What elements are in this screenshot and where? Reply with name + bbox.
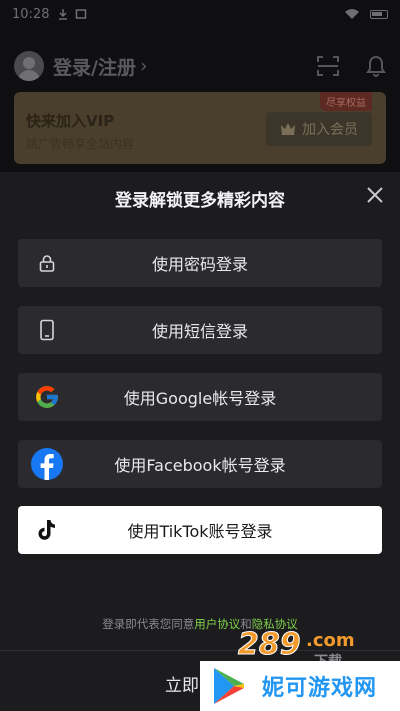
sms-login-label: 使用短信登录 xyxy=(151,322,248,341)
wifi-icon xyxy=(345,9,359,19)
terms-prefix: 登录即代表您同意 xyxy=(102,617,195,631)
nigu-watermark: 妮可游戏网 xyxy=(200,661,400,711)
crown-icon xyxy=(281,123,295,135)
join-vip-label: 加入会员 xyxy=(302,122,358,138)
chevron-right-icon: › xyxy=(139,55,148,77)
bell-icon[interactable] xyxy=(366,55,386,77)
tiktok-login-label: 使用TikTok账号登录 xyxy=(127,522,273,541)
password-login-button[interactable]: 使用密码登录 xyxy=(18,239,382,287)
avatar[interactable] xyxy=(14,51,44,81)
status-bar: 10:28 xyxy=(0,0,400,28)
vip-banner[interactable]: 快来加入VIP 跳广告畅享全站内容 尽享权益 加入会员 xyxy=(14,92,386,164)
sms-login-button[interactable]: 使用短信登录 xyxy=(18,306,382,354)
google-login-button[interactable]: 使用Google帐号登录 xyxy=(18,373,382,421)
login-register-link[interactable]: 登录/注册 › xyxy=(53,53,148,80)
profile-header: 登录/注册 › xyxy=(0,44,400,88)
nigu-watermark-text: 妮可游戏网 xyxy=(262,676,378,701)
facebook-icon xyxy=(30,447,64,481)
password-login-label: 使用密码登录 xyxy=(151,255,248,274)
notification-icons xyxy=(57,8,87,20)
message-icon xyxy=(76,9,87,19)
google-login-label: 使用Google帐号登录 xyxy=(123,389,277,408)
login-register-label: 登录/注册 xyxy=(53,56,136,79)
battery-icon xyxy=(370,9,388,19)
facebook-login-button[interactable]: 使用Facebook帐号登录 xyxy=(18,440,382,488)
google-icon xyxy=(30,380,64,414)
play-store-icon xyxy=(214,668,244,704)
sheet-title: 登录解锁更多精彩内容 xyxy=(115,191,285,211)
join-vip-button[interactable]: 加入会员 xyxy=(266,112,372,146)
phone-icon xyxy=(30,313,64,347)
vip-badge: 尽享权益 xyxy=(320,92,372,111)
footer-button[interactable]: 立即 xyxy=(165,671,199,696)
svg-text:.com: .com xyxy=(306,630,355,651)
user-agreement-link[interactable]: 用户协议 xyxy=(194,617,240,631)
tiktok-login-button[interactable]: 使用TikTok账号登录 xyxy=(18,506,382,554)
status-time: 10:28 xyxy=(12,6,50,22)
download-icon xyxy=(59,9,68,20)
svg-text:289: 289 xyxy=(238,627,301,662)
scan-icon[interactable] xyxy=(316,55,340,77)
close-icon[interactable] xyxy=(364,184,386,206)
tiktok-icon xyxy=(30,513,64,547)
facebook-login-label: 使用Facebook帐号登录 xyxy=(114,456,286,475)
lock-icon xyxy=(30,246,64,280)
